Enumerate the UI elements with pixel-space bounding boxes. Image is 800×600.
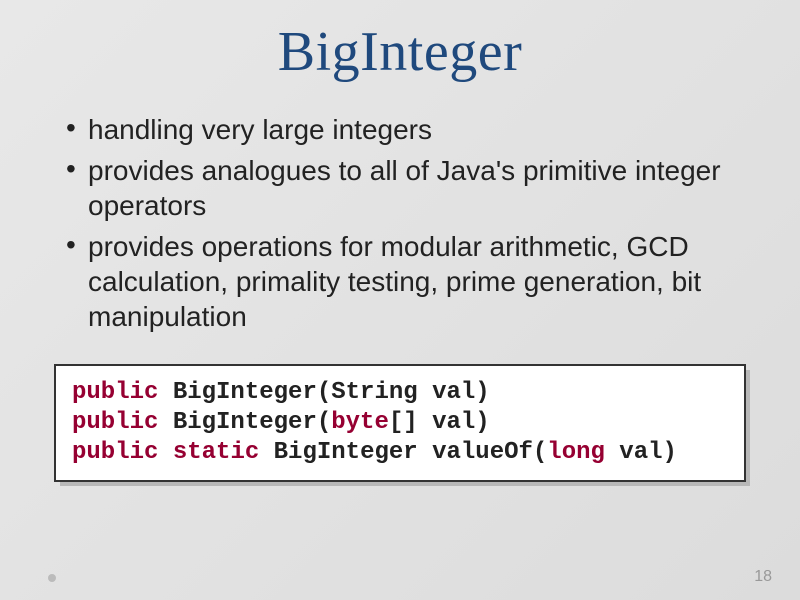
keyword-token: byte xyxy=(331,409,389,436)
code-block: public BigInteger(String val)public BigI… xyxy=(54,364,746,482)
slide-title: BigInteger xyxy=(50,20,750,84)
bullet-item: provides operations for modular arithmet… xyxy=(60,229,750,334)
code-token: BigInteger( xyxy=(158,409,331,436)
code-token: val) xyxy=(605,439,677,466)
code-token xyxy=(158,439,172,466)
code-token: [] val) xyxy=(389,409,490,436)
code-content: public BigInteger(String val)public BigI… xyxy=(54,364,746,482)
page-number: 18 xyxy=(754,568,772,586)
keyword-token: public xyxy=(72,439,158,466)
code-line: public static BigInteger valueOf(long va… xyxy=(72,438,728,468)
code-token: BigInteger(String val) xyxy=(158,379,489,406)
footer-decoration xyxy=(48,574,56,582)
keyword-token: static xyxy=(173,439,259,466)
slide: BigInteger handling very large integers … xyxy=(0,0,800,600)
code-line: public BigInteger(String val) xyxy=(72,378,728,408)
bullet-item: handling very large integers xyxy=(60,112,750,147)
keyword-token: public xyxy=(72,409,158,436)
code-line: public BigInteger(byte[] val) xyxy=(72,408,728,438)
keyword-token: long xyxy=(547,439,605,466)
bullet-list: handling very large integers provides an… xyxy=(50,112,750,334)
keyword-token: public xyxy=(72,379,158,406)
code-token: BigInteger valueOf( xyxy=(259,439,547,466)
bullet-item: provides analogues to all of Java's prim… xyxy=(60,153,750,223)
